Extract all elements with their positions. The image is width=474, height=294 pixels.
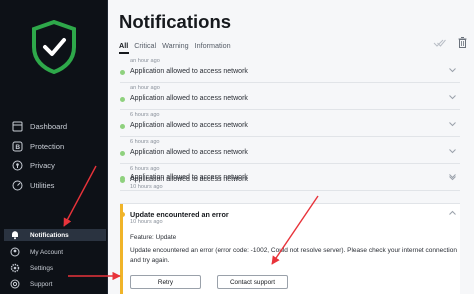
retry-button[interactable]: Retry: [130, 275, 201, 289]
gear-icon: [10, 263, 20, 273]
warning-accent-bar: [120, 204, 123, 294]
sidebar-item-dashboard[interactable]: Dashboard: [12, 118, 67, 134]
notification-item[interactable]: 6 hours ago Application allowed to acces…: [120, 110, 460, 137]
error-notification-card[interactable]: Update encountered an error 10 hours ago…: [120, 203, 460, 294]
mark-all-read-icon[interactable]: [433, 38, 446, 48]
notification-time: an hour ago: [130, 85, 160, 91]
sidebar-item-support[interactable]: Support: [10, 278, 52, 290]
success-status-icon: [120, 70, 125, 75]
success-status-icon: [120, 176, 125, 181]
utilities-icon: [12, 180, 23, 191]
sidebar-item-label: Protection: [30, 141, 65, 151]
sidebar-item-label: Support: [30, 280, 53, 288]
notification-title: Application allowed to access network: [130, 68, 248, 75]
notification-item[interactable]: an hour ago Application allowed to acces…: [120, 56, 460, 83]
notification-item[interactable]: an hour ago Application allowed to acces…: [120, 83, 460, 110]
notification-time: 10 hours ago: [130, 184, 163, 190]
sidebar: Dashboard B Protection Privacy Utilities…: [0, 0, 108, 294]
protection-icon: B: [12, 141, 23, 152]
notification-time: 6 hours ago: [130, 139, 160, 145]
support-icon: [10, 279, 20, 289]
dashboard-icon: [12, 121, 23, 132]
privacy-icon: [12, 160, 23, 171]
sidebar-item-label: Notifications: [30, 231, 69, 239]
sidebar-item-label: Dashboard: [30, 121, 68, 131]
sidebar-item-privacy[interactable]: Privacy: [12, 157, 55, 173]
chevron-down-icon[interactable]: [449, 95, 456, 100]
chevron-down-icon[interactable]: [449, 68, 456, 73]
page-title: Notifications: [119, 11, 232, 32]
sidebar-item-utilities[interactable]: Utilities: [12, 177, 54, 193]
shield-check-logo: [32, 20, 76, 74]
chevron-down-icon[interactable]: [449, 122, 456, 127]
sidebar-item-label: My Account: [30, 248, 64, 256]
success-status-icon: [120, 151, 125, 156]
success-status-icon: [120, 97, 125, 102]
tab-bar: All Critical Warning Information: [119, 41, 237, 50]
error-time: 10 hours ago: [130, 219, 163, 225]
error-feature: Feature: Update: [130, 234, 177, 241]
sidebar-item-notifications[interactable]: Notifications: [4, 229, 106, 241]
notification-time: 6 hours ago: [130, 166, 160, 172]
account-icon: [10, 247, 20, 257]
error-message: Update encountered an error (error code:…: [130, 247, 457, 264]
notification-time: an hour ago: [130, 58, 160, 64]
trash-icon[interactable]: [458, 37, 467, 48]
contact-support-button[interactable]: Contact support: [217, 275, 288, 289]
chevron-up-icon[interactable]: [449, 210, 456, 215]
tab-critical[interactable]: Critical: [134, 41, 156, 50]
sidebar-item-settings[interactable]: Settings: [10, 262, 53, 274]
bell-icon: [10, 230, 20, 240]
tab-warning[interactable]: Warning: [162, 41, 189, 50]
sidebar-item-label: Settings: [30, 264, 54, 272]
sidebar-item-my-account[interactable]: My Account: [10, 246, 63, 258]
sidebar-item-protection[interactable]: B Protection: [12, 138, 64, 154]
sidebar-item-label: Privacy: [30, 160, 55, 170]
tab-information[interactable]: Information: [195, 41, 231, 50]
tab-all[interactable]: All: [119, 41, 128, 50]
notification-time: 6 hours ago: [130, 112, 160, 118]
error-title: Update encountered an error: [130, 210, 229, 219]
notification-item[interactable]: 6 hours ago Application allowed to acces…: [120, 137, 460, 164]
chevron-down-icon[interactable]: [449, 174, 456, 179]
success-status-icon: [120, 124, 125, 129]
main-panel: Notifications All Critical Warning Infor…: [108, 0, 474, 294]
notification-title: Application allowed to access network: [130, 95, 248, 102]
svg-text:B: B: [15, 144, 20, 151]
notification-title: Application allowed to access network: [130, 149, 248, 156]
sidebar-item-label: Utilities: [30, 180, 55, 190]
notification-title: Application allowed to access network: [130, 174, 248, 181]
chevron-down-icon[interactable]: [449, 149, 456, 154]
warning-status-icon: [120, 212, 125, 217]
notification-item[interactable]: Application allowed to access network 10…: [120, 174, 460, 203]
active-tab-indicator: [119, 52, 129, 54]
notification-title: Application allowed to access network: [130, 122, 248, 129]
